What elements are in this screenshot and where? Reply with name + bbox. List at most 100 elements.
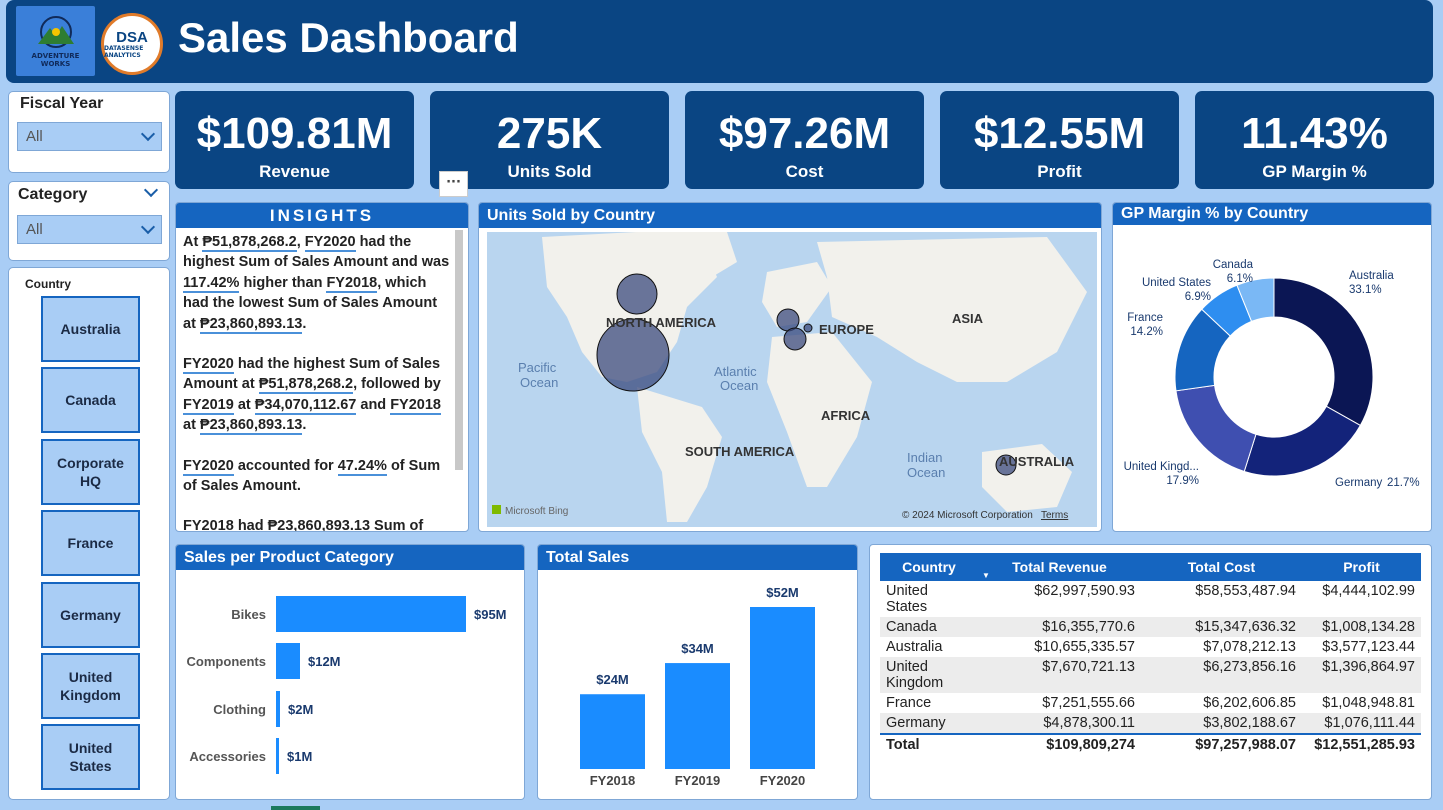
bar-category-label: Accessories [189,749,266,764]
insight-paragraph: FY2020 accounted for 47.24% of Sum of Sa… [183,456,451,497]
donut-label-value: 21.7% [1387,477,1420,489]
cell-value: $6,273,856.16 [1141,657,1302,693]
col-header-total-cost[interactable]: Total Cost [1141,553,1302,581]
kpi-card-profit: $12.55M Profit [940,91,1179,189]
col-header-profit[interactable]: Profit [1302,553,1421,581]
total-sales-title: Total Sales [538,545,857,570]
bar-category-label: Clothing [213,702,266,717]
chevron-down-icon [140,219,156,235]
page-title: Sales Dashboard [178,14,519,61]
table-row[interactable]: Australia $10,655,335.57 $7,078,212.13 $3,5… [880,637,1421,657]
country-button-canada[interactable]: Canada [41,367,140,433]
text: . [302,417,307,434]
highlight-value: FY2019 [183,396,234,415]
more-options-button[interactable]: ··· [439,171,468,197]
cell-value: $6,202,606.85 [1203,695,1296,711]
insight-paragraph: FY2018 had ₱23,860,893.13 Sum of [183,518,424,532]
gp-margin-donut-chart[interactable]: Australia 33.1% Germany 21.7% United Kingd..… [1113,227,1431,531]
highlight-value: 117.42% [183,274,240,293]
bubble-france[interactable] [783,327,807,351]
cell-value: $1,008,134.28 [1302,617,1421,637]
logo-text: ADVENTURE WORKS [31,52,80,68]
fiscal-year-value: All [26,128,43,145]
kpi-value: 11.43% [1241,109,1388,158]
kpi-value: 275K [496,109,603,158]
category-dropdown[interactable]: All [17,215,162,244]
bar [276,596,466,632]
country-button-united-states[interactable]: United States [41,724,140,790]
gp-margin-panel: GP Margin % by Country Australia 33.1% Ger… [1112,202,1432,532]
donut-label-value: 17.9% [1166,475,1199,487]
chevron-down-icon[interactable] [143,182,159,198]
kpi-value: $12.55M [973,109,1146,158]
country-label: Country [25,277,71,291]
table-row[interactable]: Total $109,809,274 $97,257,988.07 $12,551,2… [880,733,1421,755]
category-sales-chart[interactable]: Bikes $95M Components $12M Clothing $2M Access… [176,571,524,799]
highlight-value: FY2018 [326,274,378,293]
text: , followed by [353,376,441,393]
cell-value: $1,048,948.81 [1322,695,1415,711]
cell-value: $109,809,274 [978,733,1141,755]
table-body: United States $62,997,590.93 $58,553,487.9… [880,581,1421,755]
donut-label-country: Germany [1335,477,1383,489]
donut-label-country: United States [1142,277,1211,289]
total-sales-chart[interactable]: $24M FY2018 $34M FY2019 $52M FY2020 [538,571,857,799]
table-row[interactable]: United States $62,997,590.93 $58,553,487.9… [880,581,1421,617]
cell-country: United States [886,583,928,615]
gp-margin-title: GP Margin % by Country [1113,203,1431,225]
page-tab-indicator[interactable] [271,806,320,810]
category-sales-title: Sales per Product Category [176,545,524,570]
logo-abbrev: DSA [116,28,148,46]
country-slicer: Country Australia Canada Corporate HQ Fr… [8,267,170,800]
col-header-country[interactable]: Country [880,553,978,581]
cell-value: $3,577,123.44 [1322,639,1415,655]
country-button-australia[interactable]: Australia [41,296,140,362]
bar-value-label: $1M [287,749,312,764]
bing-icon [492,505,501,514]
map-panel: Units Sold by Country NORTH AMERICA EURO… [478,202,1102,532]
donut-label-value: 33.1% [1349,284,1382,296]
table-row[interactable]: Canada $16,355,770.6 $15,347,636.32 $1,008,… [880,617,1421,637]
bar-value-label: $12M [308,654,341,669]
col-header-total-revenue[interactable]: Total Revenue ▼ [978,553,1141,581]
map-terms-link[interactable]: Terms [1041,510,1068,521]
fiscal-year-dropdown[interactable]: All [17,122,162,151]
donut-label-value: 6.9% [1185,291,1211,303]
bubble-canada[interactable] [616,273,658,315]
kpi-card-gp-margin: 11.43% GP Margin % [1195,91,1434,189]
bar-category-label: FY2020 [760,773,806,788]
highlight-value: ₱51,878,268.2 [202,234,297,252]
category-sales-panel: Sales per Product Category Bikes $95M Comp… [175,544,525,800]
bar-category-label: Components [187,654,266,669]
country-button-corporate-hq[interactable]: Corporate HQ [41,439,140,505]
insight-paragraph: FY2020 had the highest Sum of Sales Amou… [183,354,451,436]
label-europe: EUROPE [819,322,874,337]
table-row[interactable]: Germany $4,878,300.11 $3,802,188.67 $1,076,… [880,713,1421,734]
fiscal-year-label: Fiscal Year [20,95,104,112]
bar [276,691,280,727]
highlight-value: ₱23,860,893.13 [199,315,303,334]
country-button-germany[interactable]: Germany [41,582,140,648]
donut-label-value: 6.1% [1227,273,1253,285]
label-australia: AUSTRALIA [999,454,1075,469]
bubble-germany[interactable] [803,323,813,333]
country-table-panel: Country Total Revenue ▼ Total Cost Profit… [869,544,1432,800]
label-indian-ocean: Ocean [907,465,945,480]
donut-slice [1273,277,1374,427]
country-button-france[interactable]: France [41,510,140,576]
cell-value: $58,553,487.94 [1195,583,1296,599]
country-button-united-kingdom[interactable]: United Kingdom [41,653,140,719]
cell-country: France [886,695,932,711]
insights-scrollbar[interactable] [455,230,463,470]
cell-value: $12,551,285.93 [1302,733,1421,755]
cell-value: $1,076,111.44 [1302,713,1421,734]
highlight-value: FY2018 [390,396,441,415]
text: . [302,315,307,332]
logo-subtext: DATASENSE ANALYTICS [104,44,144,59]
highlight-value: ₱34,070,112.67 [254,396,357,415]
map-title: Units Sold by Country [479,203,1101,228]
world-map[interactable]: NORTH AMERICA EUROPE ASIA AFRICA SOUTH A… [487,232,1097,527]
table-row[interactable]: United Kingdom $7,670,721.13 $6,273,856.16… [880,657,1421,693]
category-value: All [26,221,43,238]
table-row[interactable]: France $7,251,555.66 $6,202,606.85 $1,048,9… [880,693,1421,713]
